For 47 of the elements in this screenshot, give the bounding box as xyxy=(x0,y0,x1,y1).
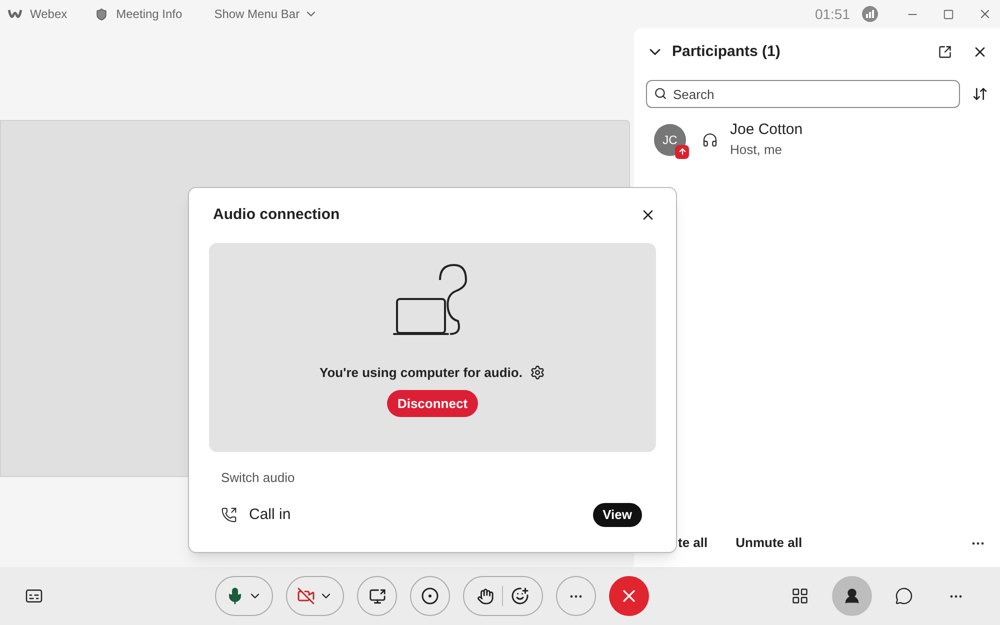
more-icon xyxy=(950,594,962,598)
maximize-icon[interactable] xyxy=(943,8,954,20)
webex-logo-icon xyxy=(8,8,22,20)
panel-title: Participants (1) xyxy=(672,42,780,62)
pop-out-icon[interactable] xyxy=(938,45,952,59)
participants-button[interactable] xyxy=(832,576,872,616)
microphone-icon xyxy=(226,587,244,605)
emoji-icon xyxy=(511,587,529,605)
settings-icon[interactable] xyxy=(530,364,546,380)
avatar: JC xyxy=(654,124,686,156)
shield-icon xyxy=(95,8,108,20)
person-icon xyxy=(843,587,861,605)
video-off-icon xyxy=(297,587,315,605)
share-screen-icon xyxy=(368,588,386,604)
phone-icon xyxy=(221,507,237,523)
audio-status-text: You're using computer for audio. xyxy=(320,364,522,382)
sharing-badge-icon xyxy=(675,144,689,159)
app-name: Webex xyxy=(30,6,68,23)
signal-icon xyxy=(862,6,878,22)
chat-icon xyxy=(895,587,913,605)
record-button[interactable] xyxy=(410,576,450,616)
apps-icon xyxy=(791,587,809,605)
more-icon xyxy=(570,594,582,598)
show-menu-bar-button[interactable]: Show Menu Bar xyxy=(214,5,318,23)
disconnect-button[interactable]: Disconnect xyxy=(387,390,478,417)
section-label: Switch audio xyxy=(221,468,296,486)
record-icon xyxy=(421,587,439,605)
microphone-button[interactable] xyxy=(215,576,273,616)
reactions-button[interactable] xyxy=(463,576,543,616)
participant-name: Joe Cotton xyxy=(730,120,803,140)
option-label: Call in xyxy=(249,504,291,525)
dialog-title: Audio connection xyxy=(213,205,340,225)
more-icon[interactable] xyxy=(972,542,984,544)
share-button[interactable] xyxy=(357,576,397,616)
view-button[interactable]: View xyxy=(592,503,642,527)
search-icon xyxy=(654,87,667,100)
hand-icon xyxy=(477,588,494,604)
participant-role: Host, me xyxy=(730,141,784,159)
search-field[interactable]: Search xyxy=(646,80,960,108)
headset-icon xyxy=(702,132,718,148)
meeting-time: 01:51 xyxy=(814,4,850,24)
camera-button[interactable] xyxy=(286,576,344,616)
footer-action-button[interactable]: te all xyxy=(678,533,708,553)
meeting-info-link[interactable]: Meeting Info xyxy=(116,5,182,23)
sort-icon[interactable] xyxy=(972,86,988,102)
footer-action-button[interactable]: Unmute all xyxy=(736,533,802,553)
leave-button[interactable] xyxy=(609,576,649,616)
